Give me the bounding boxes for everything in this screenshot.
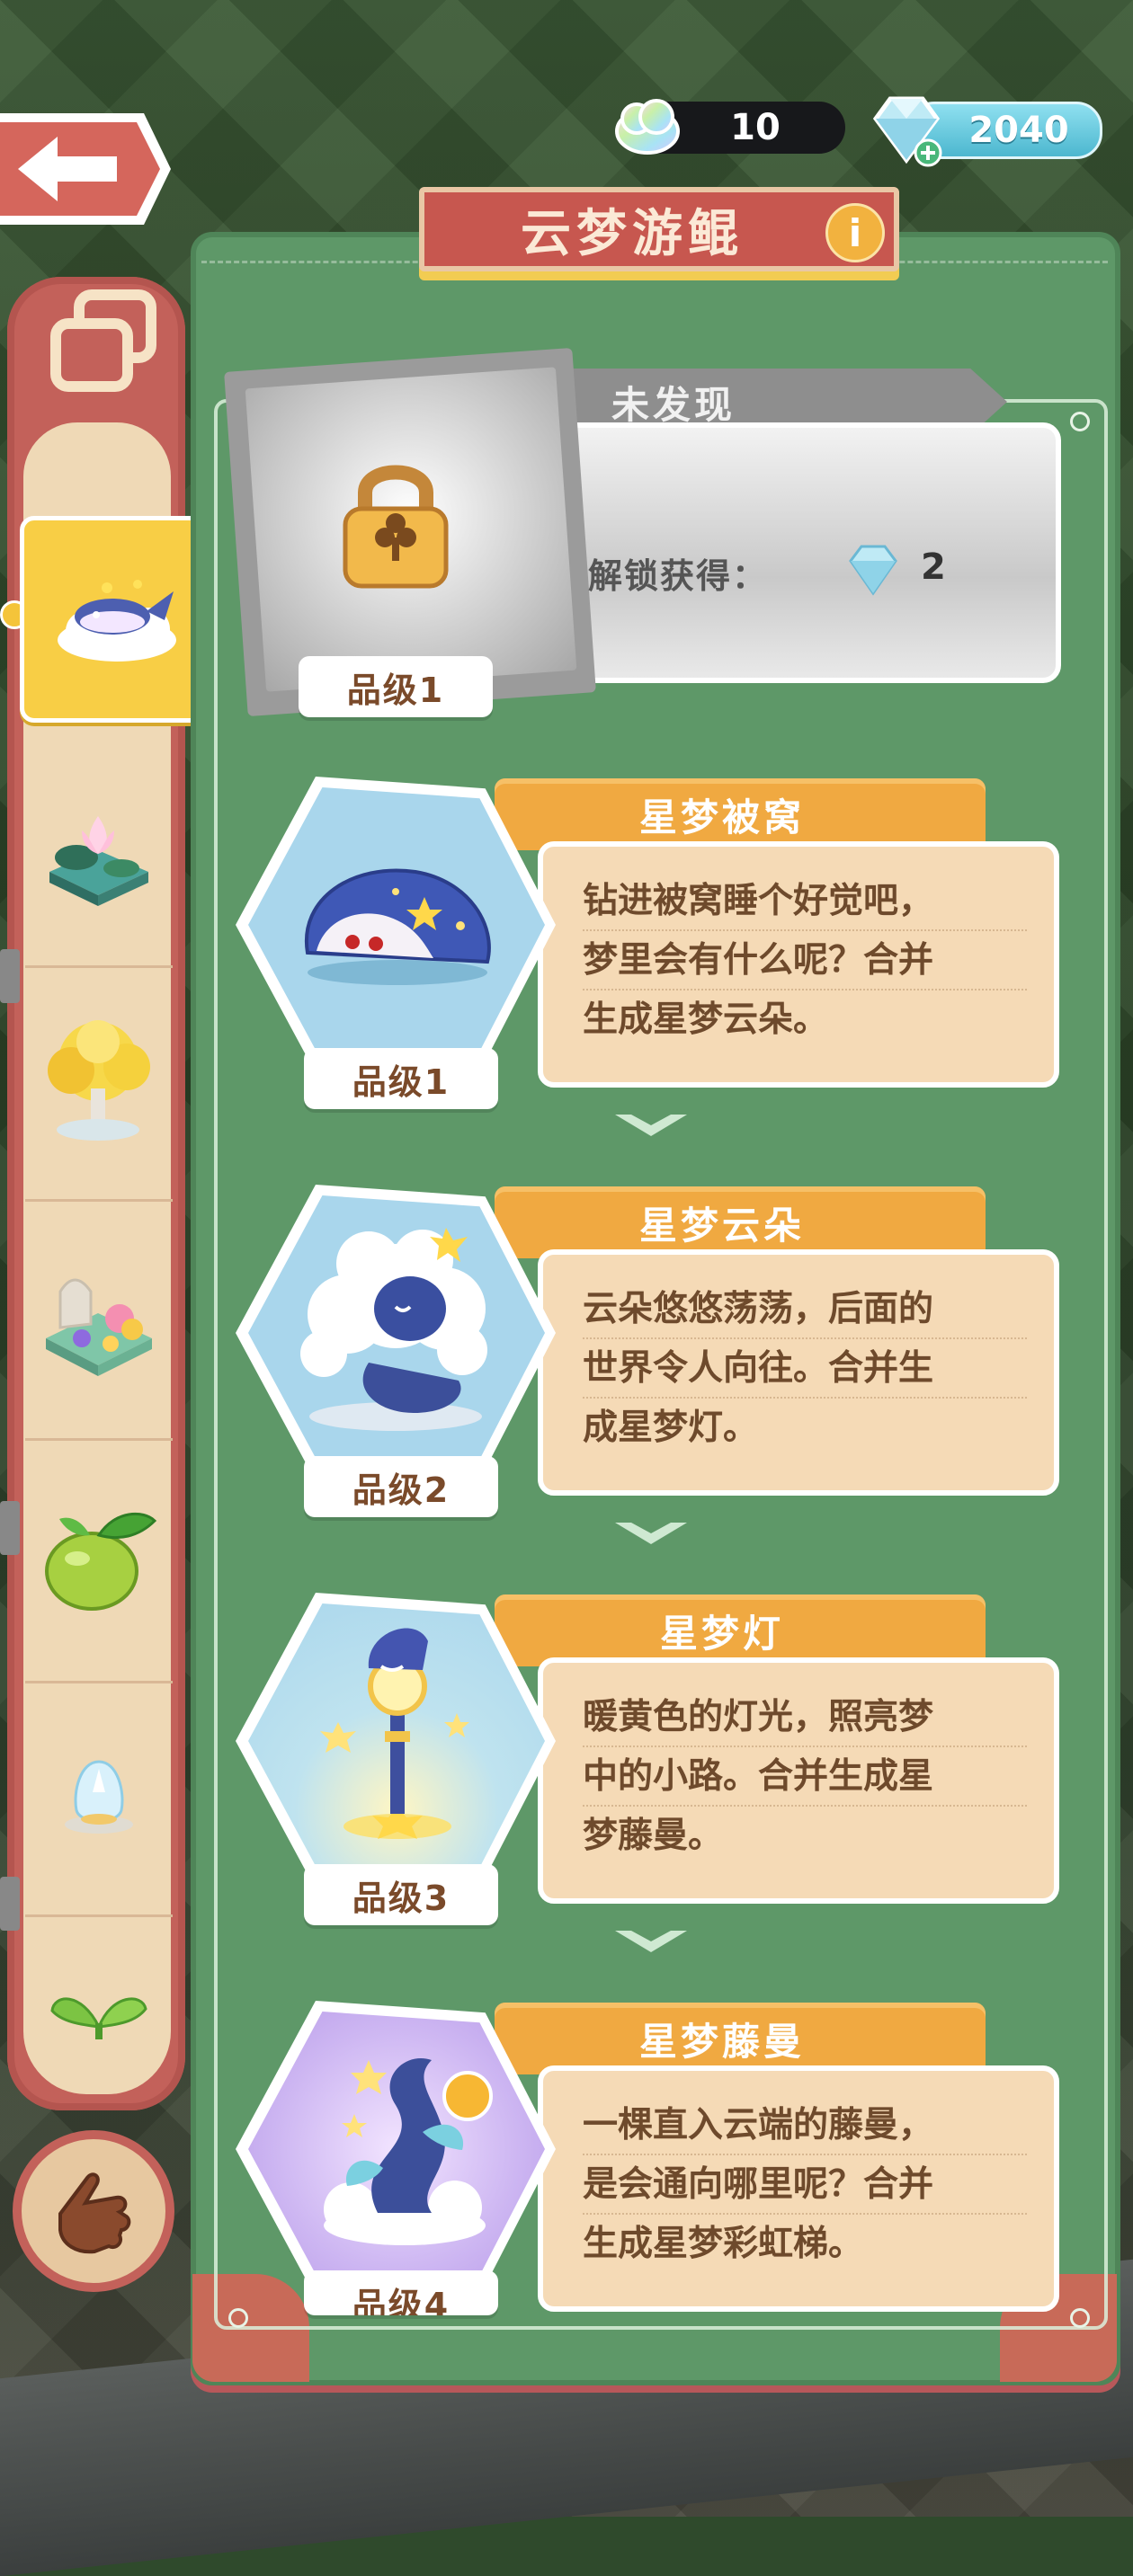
grade-tag: 品级1	[304, 1048, 498, 1109]
description-line: 成星梦灯。	[583, 1408, 759, 1448]
info-button[interactable]: i	[825, 203, 885, 262]
description-line: 是会通向哪里呢？合并	[583, 2155, 1027, 2215]
star-cloud-icon	[300, 1228, 487, 1431]
unlock-reward-label: 解锁获得：	[588, 556, 769, 596]
pointer-hand-button[interactable]	[13, 2130, 174, 2292]
grade-text: 品级3	[352, 1878, 451, 1918]
crystal-egg-icon	[65, 1760, 133, 1834]
sprout-icon	[50, 1997, 147, 2039]
description-line: 梦藤曼。	[583, 1816, 724, 1856]
chevron-down-icon	[615, 1931, 687, 1952]
description-line: 暖黄色的灯光，照亮梦	[583, 1688, 1027, 1747]
grade-tag: 品级4	[304, 2270, 498, 2315]
sidebar-notch	[0, 1501, 20, 1555]
sidebar-notch	[0, 949, 20, 1003]
item-description-card: 一棵直入云端的藤曼， 是会通向哪里呢？合并 生成星梦彩虹梯。	[538, 2065, 1059, 2312]
item-name: 星梦藤曼	[638, 2019, 805, 2064]
golden-tree-icon	[48, 1020, 150, 1141]
lotus-pond-icon	[49, 816, 148, 906]
corner-dot	[1070, 2308, 1090, 2328]
sidebar-item-crystal-egg[interactable]	[25, 1681, 173, 1917]
collection-stack-icon[interactable]	[47, 288, 162, 395]
corner-dot	[228, 2308, 248, 2328]
cloud-currency-value: 10	[730, 107, 781, 148]
hand-pointer-icon	[58, 2172, 131, 2254]
lime-fruit-icon	[45, 1512, 157, 1611]
item-name: 星梦被窝	[638, 795, 805, 839]
chevron-down-icon	[615, 1523, 687, 1544]
unlock-reward-count: 2	[921, 546, 946, 588]
info-icon: i	[848, 210, 862, 255]
description-line: 云朵悠悠荡荡，后面的	[583, 1280, 1027, 1339]
description-line: 梦里会有什么呢？合并	[583, 931, 1027, 990]
chevron-down-icon	[615, 1115, 687, 1136]
item-name-ribbon: 星梦被窝	[495, 778, 986, 850]
sidebar-notch	[0, 1877, 20, 1931]
cloud-whale-icon	[58, 580, 176, 662]
item-description-card: 钻进被窝睡个好觉吧， 梦里会有什么呢？合并 生成星梦云朵。	[538, 841, 1059, 1088]
sidebar-item-lime[interactable]	[25, 1438, 173, 1683]
grade-text: 品级4	[352, 2286, 451, 2315]
panel-title-banner: 云梦游鲲 i	[419, 187, 899, 271]
rainbow-cloud-icon	[615, 99, 680, 155]
sidebar-item-sprout[interactable]	[25, 1914, 173, 2103]
description-line: 生成星梦云朵。	[583, 999, 829, 1040]
grade-tag: 品级3	[304, 1864, 498, 1925]
back-button[interactable]	[0, 110, 171, 228]
description-line: 钻进被窝睡个好觉吧，	[583, 872, 1027, 931]
item-name: 星梦云朵	[638, 1203, 805, 1248]
star-vine-icon	[324, 2058, 493, 2245]
description-line: 世界令人向往。合并生	[583, 1339, 1027, 1399]
grade-text: 品级1	[346, 670, 445, 710]
sidebar-item-garden[interactable]	[25, 1199, 173, 1441]
gem-plus-icon[interactable]	[863, 88, 944, 169]
locked-status-text: 未发现	[611, 382, 736, 427]
star-lamp-icon	[320, 1628, 469, 1839]
sidebar-item-golden-tree[interactable]	[25, 965, 173, 1202]
corner-dot	[1070, 412, 1090, 431]
diamond-icon	[849, 545, 897, 596]
sidebar-item-lotus[interactable]	[25, 741, 173, 968]
item-name-ribbon: 星梦云朵	[495, 1186, 986, 1258]
description-line: 生成星梦彩虹梯。	[583, 2224, 864, 2264]
grade-tag: 品级1	[299, 656, 493, 717]
item-description-card: 云朵悠悠荡荡，后面的 世界令人向往。合并生 成星梦灯。	[538, 1249, 1059, 1496]
grade-text: 品级2	[352, 1470, 451, 1510]
gem-currency-value: 2040	[968, 110, 1069, 151]
sidebar-item-cloud-whale[interactable]	[20, 516, 214, 723]
grade-text: 品级1	[352, 1061, 451, 1102]
item-name: 星梦灯	[659, 1611, 784, 1656]
item-name-ribbon: 星梦藤曼	[495, 2003, 986, 2074]
item-name-ribbon: 星梦灯	[495, 1594, 986, 1666]
panel-title: 云梦游鲲	[521, 204, 744, 263]
description-line: 中的小路。合并生成星	[583, 1747, 1027, 1807]
description-line: 一棵直入云端的藤曼，	[583, 2096, 1027, 2155]
garden-building-icon	[46, 1278, 152, 1376]
item-description-card: 暖黄色的灯光，照亮梦 中的小路。合并生成星 梦藤曼。	[538, 1657, 1059, 1904]
padlock-icon	[343, 465, 449, 589]
star-blanket-icon	[304, 868, 491, 985]
grade-tag: 品级2	[304, 1456, 498, 1517]
